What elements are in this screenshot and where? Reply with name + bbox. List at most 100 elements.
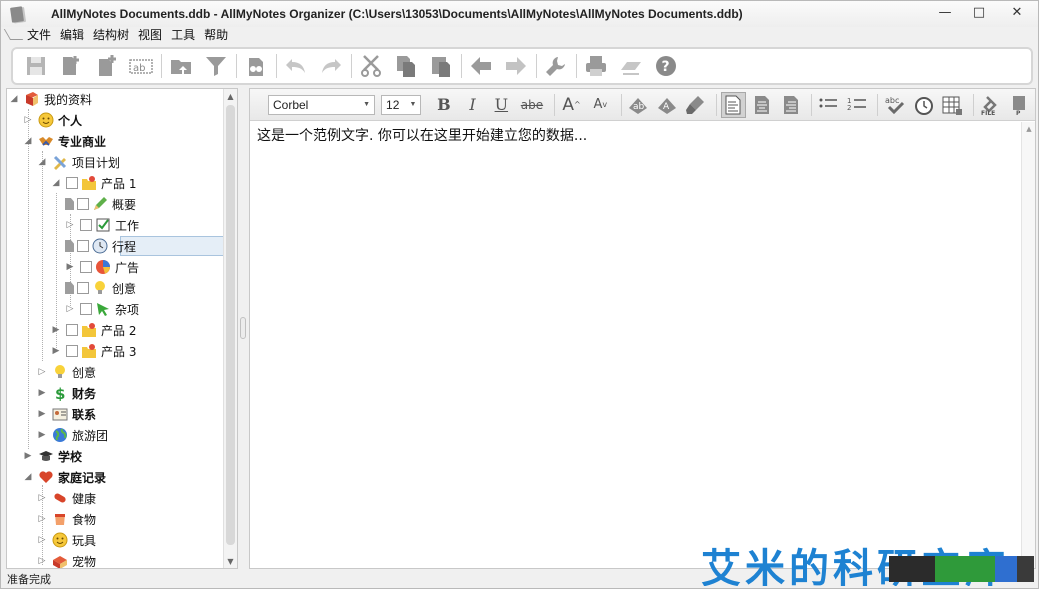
print-icon[interactable]: [583, 53, 609, 79]
tree-node[interactable]: ◢ 家庭记录: [23, 467, 106, 487]
minimize-button[interactable]: —: [928, 1, 962, 23]
tree-node[interactable]: ▷ 玩具: [37, 530, 96, 550]
font-size-select[interactable]: 12 ▼: [381, 94, 422, 115]
document-text[interactable]: 这是一个范例文字. 你可以在这里开始建立您的数据...: [257, 125, 587, 145]
tree-node[interactable]: ◢ 专业商业: [23, 131, 106, 151]
node-checkbox[interactable]: [77, 198, 89, 210]
expand-arrow-icon[interactable]: ▷: [37, 535, 47, 545]
picture-icon[interactable]: P: [1006, 92, 1031, 118]
tree-node[interactable]: ▷ 健康: [37, 488, 96, 508]
filter-icon[interactable]: [203, 53, 229, 79]
expand-arrow-icon[interactable]: ▷: [23, 115, 33, 125]
expand-arrow-icon[interactable]: ▷: [37, 367, 47, 377]
node-checkbox[interactable]: [77, 240, 89, 252]
collapse-arrow-icon[interactable]: ◢: [51, 178, 61, 188]
bold-icon[interactable]: B: [431, 92, 456, 118]
underline-icon[interactable]: U: [489, 92, 514, 118]
spell-check-icon[interactable]: abc: [882, 92, 907, 118]
tree-node[interactable]: 创意: [65, 278, 136, 298]
node-checkbox[interactable]: [80, 303, 92, 315]
clear-format-icon[interactable]: [683, 92, 708, 118]
tree-node[interactable]: ◢ 项目计划: [37, 152, 120, 172]
align-center-icon[interactable]: [750, 92, 775, 118]
redo-icon[interactable]: [318, 53, 344, 79]
collapse-arrow-icon[interactable]: ◢: [23, 136, 33, 146]
tree-node[interactable]: ▷ 创意: [37, 362, 96, 382]
expand-arrow-icon[interactable]: ▷: [37, 514, 47, 524]
tree-node[interactable]: ▶ 学校: [23, 446, 82, 466]
tree-node[interactable]: ◢ 产品 1: [51, 173, 136, 193]
tree-node[interactable]: ▷ 工作: [65, 215, 139, 235]
align-left-icon[interactable]: [720, 91, 746, 118]
tree-node[interactable]: ▶ $ 财务: [37, 383, 96, 403]
collapse-arrow-icon[interactable]: ◢: [37, 157, 47, 167]
rename-icon[interactable]: ab: [128, 53, 154, 79]
expand-arrow-icon[interactable]: ▶: [51, 346, 61, 356]
back-arrow-icon[interactable]: [468, 53, 494, 79]
node-checkbox[interactable]: [77, 282, 89, 294]
app-logo-icon[interactable]: [7, 4, 27, 24]
bullet-list-icon[interactable]: [816, 92, 841, 118]
scroll-down-icon[interactable]: ▼: [224, 554, 237, 568]
expand-arrow-icon[interactable]: ▶: [37, 430, 47, 440]
maximize-button[interactable]: □: [962, 1, 996, 23]
undo-icon[interactable]: [283, 53, 309, 79]
help-icon[interactable]: ?: [653, 53, 679, 79]
menu-help[interactable]: 帮助: [200, 26, 233, 44]
file-attach-icon[interactable]: FILE: [978, 92, 1003, 118]
expand-arrow-icon[interactable]: ▷: [65, 304, 75, 314]
tree-node[interactable]: ▶ 联系: [37, 404, 96, 424]
table-icon[interactable]: [940, 92, 965, 118]
tree-panel[interactable]: ◢ 我的资料 ▷ 个人 ◢ 专业商业 ◢ 项目计划 ◢ 产品 1 概要 ▷ 工作…: [6, 88, 238, 569]
node-checkbox[interactable]: [66, 177, 78, 189]
scroll-thumb[interactable]: [226, 105, 235, 545]
expand-arrow-icon[interactable]: ▷: [37, 493, 47, 503]
strikethrough-icon[interactable]: abe: [518, 92, 547, 118]
wrench-icon[interactable]: [543, 53, 569, 79]
node-checkbox[interactable]: [66, 345, 78, 357]
tree-node[interactable]: ◢ 我的资料: [9, 89, 92, 109]
expand-arrow-icon[interactable]: ▷: [37, 556, 47, 566]
tree-node-selected[interactable]: 行程: [65, 236, 136, 256]
expand-arrow-icon[interactable]: ▶: [51, 325, 61, 335]
paste-icon[interactable]: [428, 53, 454, 79]
scroll-up-icon[interactable]: ▲: [224, 89, 237, 103]
tree-node[interactable]: ▷ 宠物: [37, 551, 96, 568]
tree-node[interactable]: ▷ 个人: [23, 110, 82, 130]
align-right-icon[interactable]: [778, 92, 803, 118]
node-checkbox[interactable]: [80, 219, 92, 231]
folder-up-icon[interactable]: [168, 53, 194, 79]
alarm-clock-icon[interactable]: [911, 92, 936, 118]
italic-icon[interactable]: I: [460, 92, 485, 118]
tree-node[interactable]: ▶ 产品 3: [51, 341, 136, 361]
scroll-up-icon[interactable]: ▲: [1024, 124, 1034, 134]
cut-icon[interactable]: [358, 53, 384, 79]
tree-node[interactable]: ▷ 食物: [37, 509, 96, 529]
expand-arrow-icon[interactable]: ▷: [65, 220, 75, 230]
add-child-note-icon[interactable]: [93, 53, 119, 79]
close-button[interactable]: ✕: [996, 1, 1038, 23]
copy-icon[interactable]: [393, 53, 419, 79]
collapse-arrow-icon[interactable]: ◢: [9, 94, 19, 104]
text-color-icon[interactable]: ab: [626, 92, 651, 118]
collapse-arrow-icon[interactable]: ◢: [23, 472, 33, 482]
shrink-font-icon[interactable]: Av: [588, 92, 613, 118]
tree-node[interactable]: 概要: [65, 194, 136, 214]
expand-arrow-icon[interactable]: ▶: [37, 409, 47, 419]
menu-tree[interactable]: 结构树: [89, 26, 134, 44]
tree-scrollbar[interactable]: ▲ ▼: [223, 89, 237, 568]
tree-node[interactable]: ▶ 广告: [65, 257, 139, 277]
export-icon[interactable]: [618, 53, 644, 79]
menu-tools[interactable]: 工具: [167, 26, 200, 44]
node-checkbox[interactable]: [80, 261, 92, 273]
add-note-icon[interactable]: [58, 53, 84, 79]
forward-arrow-icon[interactable]: [503, 53, 529, 79]
expand-arrow-icon[interactable]: ▶: [23, 451, 33, 461]
menu-view[interactable]: 视图: [134, 26, 167, 44]
tree-node[interactable]: ▷ 杂项: [65, 299, 139, 319]
save-icon[interactable]: [23, 53, 49, 79]
font-select[interactable]: Corbel ▼: [268, 94, 376, 115]
editor-scrollbar[interactable]: ▲: [1021, 122, 1035, 568]
menu-file[interactable]: 文件: [23, 26, 56, 44]
grow-font-icon[interactable]: A ^: [559, 92, 584, 118]
